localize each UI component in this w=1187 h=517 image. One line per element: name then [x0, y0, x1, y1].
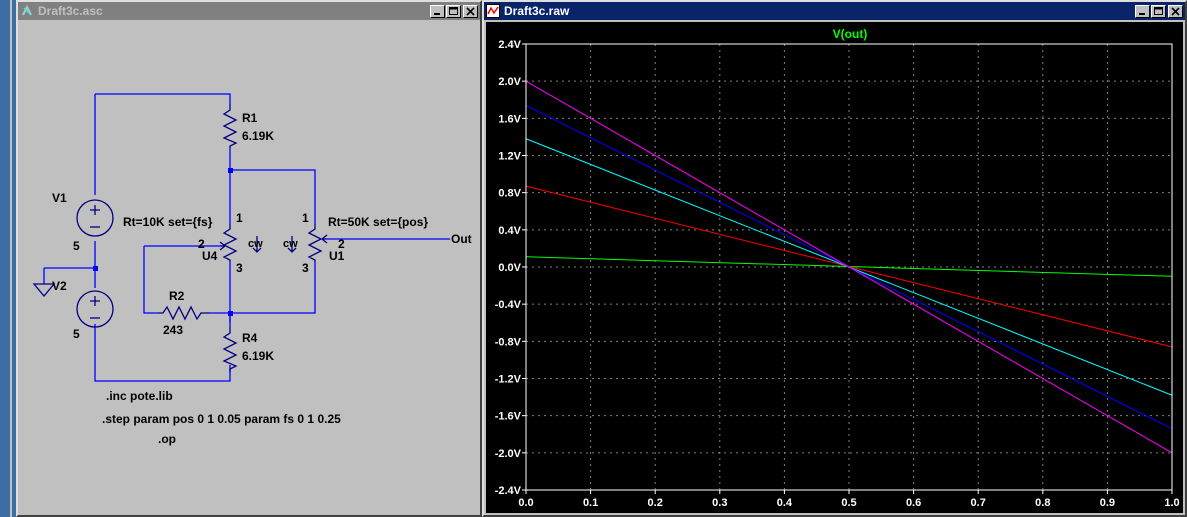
plot-window-title: Draft3c.raw — [504, 4, 570, 18]
u4-cw: cw — [248, 238, 263, 250]
x-axis-ticks: 0.0 0.1 0.2 0.3 0.4 0.5 0.6 0.7 0.8 0.9 1.0 — [518, 490, 1180, 509]
plot-titlebar[interactable]: Draft3c.raw — [484, 2, 1185, 20]
x-tick-label: 0.5 — [841, 497, 856, 509]
u1-param: Rt=50K set={pos} — [328, 215, 428, 229]
u1-pin1: 1 — [302, 211, 309, 225]
x-tick-label: 1.0 — [1164, 497, 1179, 509]
resistor-r2[interactable]: R2 243 — [158, 289, 210, 337]
u4-pin1: 1 — [236, 211, 243, 225]
waveform-app-icon — [486, 4, 500, 18]
y-tick-label: 2.4V — [498, 39, 521, 51]
x-tick-label: 0.7 — [971, 497, 986, 509]
plot-pane[interactable]: V(out) 2.4V 2.0V 1.6V 1.2V 0.8V 0.4V 0.0V -0.4V… — [486, 22, 1183, 513]
directive-op[interactable]: .op — [158, 432, 176, 446]
y-tick-label: -0.8V — [495, 336, 522, 348]
voltage-source-v1[interactable]: V1 5 — [52, 191, 114, 253]
v2-value: 5 — [73, 327, 80, 341]
plot-trace-title[interactable]: V(out) — [833, 27, 868, 41]
schematic-window-title: Draft3c.asc — [38, 4, 103, 18]
y-tick-label: 0.4V — [498, 225, 521, 237]
potentiometer-u1[interactable]: 1 2 3 cw U1 Rt=50K set={pos} — [283, 211, 428, 275]
ground-symbol — [32, 283, 56, 298]
u4-ref: U4 — [202, 249, 218, 263]
directive-step[interactable]: .step param pos 0 1 0.05 param fs 0 1 0.… — [102, 412, 341, 426]
x-tick-label: 0.1 — [583, 497, 598, 509]
y-axis-ticks: 2.4V 2.0V 1.6V 1.2V 0.8V 0.4V 0.0V -0.4V -0.8V -1… — [495, 39, 526, 497]
x-tick-label: 0.3 — [712, 497, 727, 509]
r1-value: 6.19K — [242, 129, 274, 143]
mdi-left-strip — [0, 0, 12, 517]
x-tick-label: 0.9 — [1100, 497, 1115, 509]
y-tick-label: -2.4V — [495, 485, 522, 497]
r1-ref: R1 — [242, 111, 258, 125]
y-tick-label: -1.6V — [495, 411, 522, 423]
y-tick-label: 0.0V — [498, 262, 521, 274]
schematic-titlebar[interactable]: Draft3c.asc — [18, 2, 480, 20]
voltage-source-v2[interactable]: V2 5 — [52, 279, 114, 341]
resistor-r4[interactable]: R4 6.19K — [222, 327, 274, 372]
y-tick-label: -0.4V — [495, 299, 522, 311]
r2-ref: R2 — [169, 289, 185, 303]
schematic-app-icon — [22, 4, 32, 16]
junctions — [93, 168, 233, 316]
schematic-canvas[interactable]: R1 6.19K R4 6.19K R2 243 V1 5 V2 5 1 2 3… — [20, 22, 478, 513]
x-tick-label: 0.0 — [518, 497, 533, 509]
x-tick-label: 0.2 — [648, 497, 663, 509]
y-tick-label: -1.2V — [495, 374, 522, 386]
y-tick-label: 0.8V — [498, 188, 521, 200]
r4-ref: R4 — [242, 331, 258, 345]
v2-ref: V2 — [52, 279, 67, 293]
maximize-button[interactable] — [1151, 4, 1166, 18]
close-button[interactable] — [1168, 4, 1183, 18]
u4-param: Rt=10K set={fs} — [123, 215, 213, 229]
net-label-out[interactable]: Out — [451, 232, 472, 246]
x-tick-label: 0.6 — [906, 497, 921, 509]
maximize-button[interactable] — [446, 4, 461, 18]
resistor-r1[interactable]: R1 6.19K — [222, 104, 274, 149]
plot-window[interactable]: Draft3c.raw V(out) 2.4V 2.0V 1.6V 1.2V 0.8V 0… — [482, 0, 1187, 517]
r4-value: 6.19K — [242, 349, 274, 363]
y-tick-label: 1.6V — [498, 113, 521, 125]
u1-cw: cw — [283, 238, 298, 250]
u1-ref: U1 — [329, 249, 345, 263]
r2-value: 243 — [163, 323, 183, 337]
y-tick-label: 2.0V — [498, 76, 521, 88]
v1-ref: V1 — [52, 191, 67, 205]
x-tick-label: 0.4 — [777, 497, 793, 509]
u1-pin3: 3 — [302, 261, 309, 275]
close-button[interactable] — [463, 4, 478, 18]
y-tick-label: -2.0V — [495, 448, 522, 460]
waveform-plot[interactable]: V(out) 2.4V 2.0V 1.6V 1.2V 0.8V 0.4V 0.0V -0.4V… — [486, 22, 1185, 517]
minimize-button[interactable] — [1135, 4, 1150, 18]
directive-inc[interactable]: .inc pote.lib — [106, 389, 173, 403]
u4-pin3: 3 — [236, 261, 243, 275]
y-tick-label: 1.2V — [498, 151, 521, 163]
minimize-button[interactable] — [430, 4, 445, 18]
v1-value: 5 — [73, 239, 80, 253]
schematic-window[interactable]: Draft3c.asc R1 6.19K R4 6.19K R2 243 V1 … — [16, 0, 482, 517]
x-tick-label: 0.8 — [1035, 497, 1050, 509]
